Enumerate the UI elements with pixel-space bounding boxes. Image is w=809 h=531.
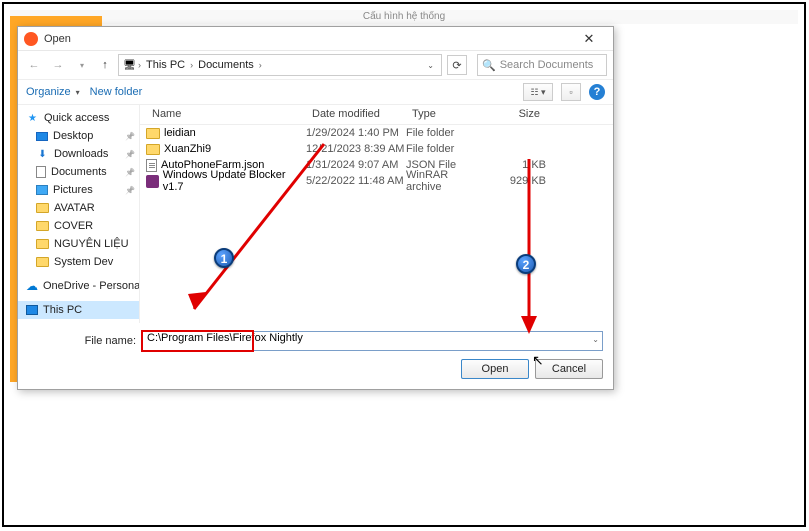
crumb-thispc[interactable]: This PC xyxy=(143,59,188,71)
filename-label: File name: xyxy=(28,335,136,347)
toolbar: Organize New folder ☷ ▾ ▫ ? xyxy=(18,79,613,105)
pc-icon xyxy=(26,305,38,315)
nav-bar: ← → ▾ ↑ 🖥 › This PC › Documents › ⌄ ⟳ 🔍 … xyxy=(18,51,613,79)
rar-icon xyxy=(146,175,159,188)
column-headers[interactable]: Name Date modified Type Size xyxy=(140,105,613,125)
file-row[interactable]: XuanZhi9 12/21/2023 8:39 AMFile folder xyxy=(140,141,613,157)
chevron-icon: › xyxy=(138,60,141,70)
back-button[interactable]: ← xyxy=(24,55,44,75)
file-row[interactable]: Windows Update Blocker v1.75/22/2022 11:… xyxy=(140,173,613,189)
search-input[interactable]: 🔍 Search Documents xyxy=(477,54,607,76)
file-type: File folder xyxy=(406,127,486,139)
folder-icon xyxy=(36,221,49,231)
cancel-button[interactable]: Cancel xyxy=(535,359,603,379)
nav-cover[interactable]: COVER xyxy=(18,217,139,235)
crumb-documents[interactable]: Documents xyxy=(195,59,257,71)
background-window-title: Cấu hình hệ thống xyxy=(10,10,798,24)
pc-icon: 🖥 xyxy=(123,59,136,72)
col-size[interactable]: Size xyxy=(486,105,546,124)
nav-quick-access[interactable]: ★Quick access xyxy=(18,109,139,127)
col-type[interactable]: Type xyxy=(406,105,486,124)
col-name[interactable]: Name xyxy=(146,105,306,124)
col-date[interactable]: Date modified xyxy=(306,105,406,124)
json-icon xyxy=(146,159,157,172)
callout-2: 2 xyxy=(516,254,536,274)
downloads-icon xyxy=(36,148,49,161)
help-button[interactable]: ? xyxy=(589,84,605,100)
folder-icon xyxy=(146,128,160,139)
nav-nguyen-lieu[interactable]: NGUYÊN LIỆU xyxy=(18,235,139,253)
file-type: WinRAR archive xyxy=(406,169,486,193)
nav-avatar[interactable]: AVATAR xyxy=(18,199,139,217)
file-date: 1/31/2024 9:07 AM xyxy=(306,159,406,171)
search-placeholder: Search Documents xyxy=(500,59,594,71)
desktop-icon xyxy=(36,132,48,141)
nav-system-dev[interactable]: System Dev xyxy=(18,253,139,271)
star-icon: ★ xyxy=(26,112,39,125)
filename-row: File name: ⌄ xyxy=(18,323,613,355)
chevron-icon: › xyxy=(259,60,262,70)
organize-button[interactable]: Organize xyxy=(26,86,80,98)
chevron-icon: › xyxy=(190,60,193,70)
view-mode-button[interactable]: ☷ ▾ xyxy=(523,83,553,101)
nav-pictures[interactable]: Pictures xyxy=(18,181,139,199)
nav-downloads[interactable]: Downloads xyxy=(18,145,139,163)
folder-icon xyxy=(146,144,160,155)
filename-dropdown[interactable]: ⌄ xyxy=(592,335,599,344)
file-name: leidian xyxy=(164,127,196,139)
folder-icon xyxy=(36,239,49,249)
folder-icon xyxy=(36,203,49,213)
filename-input[interactable] xyxy=(147,332,582,344)
folder-icon xyxy=(36,257,49,267)
file-size: 929 KB xyxy=(486,175,546,187)
file-name: Windows Update Blocker v1.7 xyxy=(163,169,306,193)
cursor-icon: ↖ xyxy=(532,352,544,369)
file-date: 1/29/2024 1:40 PM xyxy=(306,127,406,139)
file-size: 1 KB xyxy=(486,159,546,171)
button-row: Open Cancel xyxy=(18,355,613,389)
nav-onedrive[interactable]: OneDrive - Personal xyxy=(18,277,139,295)
forward-button[interactable]: → xyxy=(48,55,68,75)
onedrive-icon xyxy=(26,280,38,293)
new-folder-button[interactable]: New folder xyxy=(90,86,143,98)
outer-frame: Cấu hình hệ thống Open ✕ ← → ▾ ↑ 🖥 › Thi… xyxy=(2,2,806,527)
pictures-icon xyxy=(36,185,48,195)
file-row[interactable]: leidian 1/29/2024 1:40 PMFile folder xyxy=(140,125,613,141)
address-dropdown[interactable]: ⌄ xyxy=(424,61,437,70)
file-date: 12/21/2023 8:39 AM xyxy=(306,143,406,155)
nav-desktop[interactable]: Desktop xyxy=(18,127,139,145)
file-type: File folder xyxy=(406,143,486,155)
refresh-button[interactable]: ⟳ xyxy=(447,55,467,75)
documents-icon xyxy=(36,166,46,178)
filename-input-wrapper: ⌄ xyxy=(142,331,603,351)
nav-documents[interactable]: Documents xyxy=(18,163,139,181)
navigation-pane: ★Quick access Desktop Downloads Document… xyxy=(18,105,140,323)
dialog-title: Open xyxy=(44,33,571,45)
address-bar[interactable]: 🖥 › This PC › Documents › ⌄ xyxy=(118,54,442,76)
preview-pane-button[interactable]: ▫ xyxy=(561,83,581,101)
titlebar: Open ✕ xyxy=(18,27,613,51)
recent-dropdown[interactable]: ▾ xyxy=(72,55,92,75)
close-button[interactable]: ✕ xyxy=(571,31,607,47)
file-date: 5/22/2022 11:48 AM xyxy=(306,175,406,187)
nav-this-pc[interactable]: This PC xyxy=(18,301,139,319)
search-icon: 🔍 xyxy=(482,59,496,72)
app-icon xyxy=(24,32,38,46)
file-list: Name Date modified Type Size leidian 1/29… xyxy=(140,105,613,323)
file-name: XuanZhi9 xyxy=(164,143,211,155)
callout-1: 1 xyxy=(214,248,234,268)
open-button[interactable]: Open xyxy=(461,359,529,379)
open-dialog: Open ✕ ← → ▾ ↑ 🖥 › This PC › Documents ›… xyxy=(17,26,614,390)
up-button[interactable]: ↑ xyxy=(96,56,114,74)
